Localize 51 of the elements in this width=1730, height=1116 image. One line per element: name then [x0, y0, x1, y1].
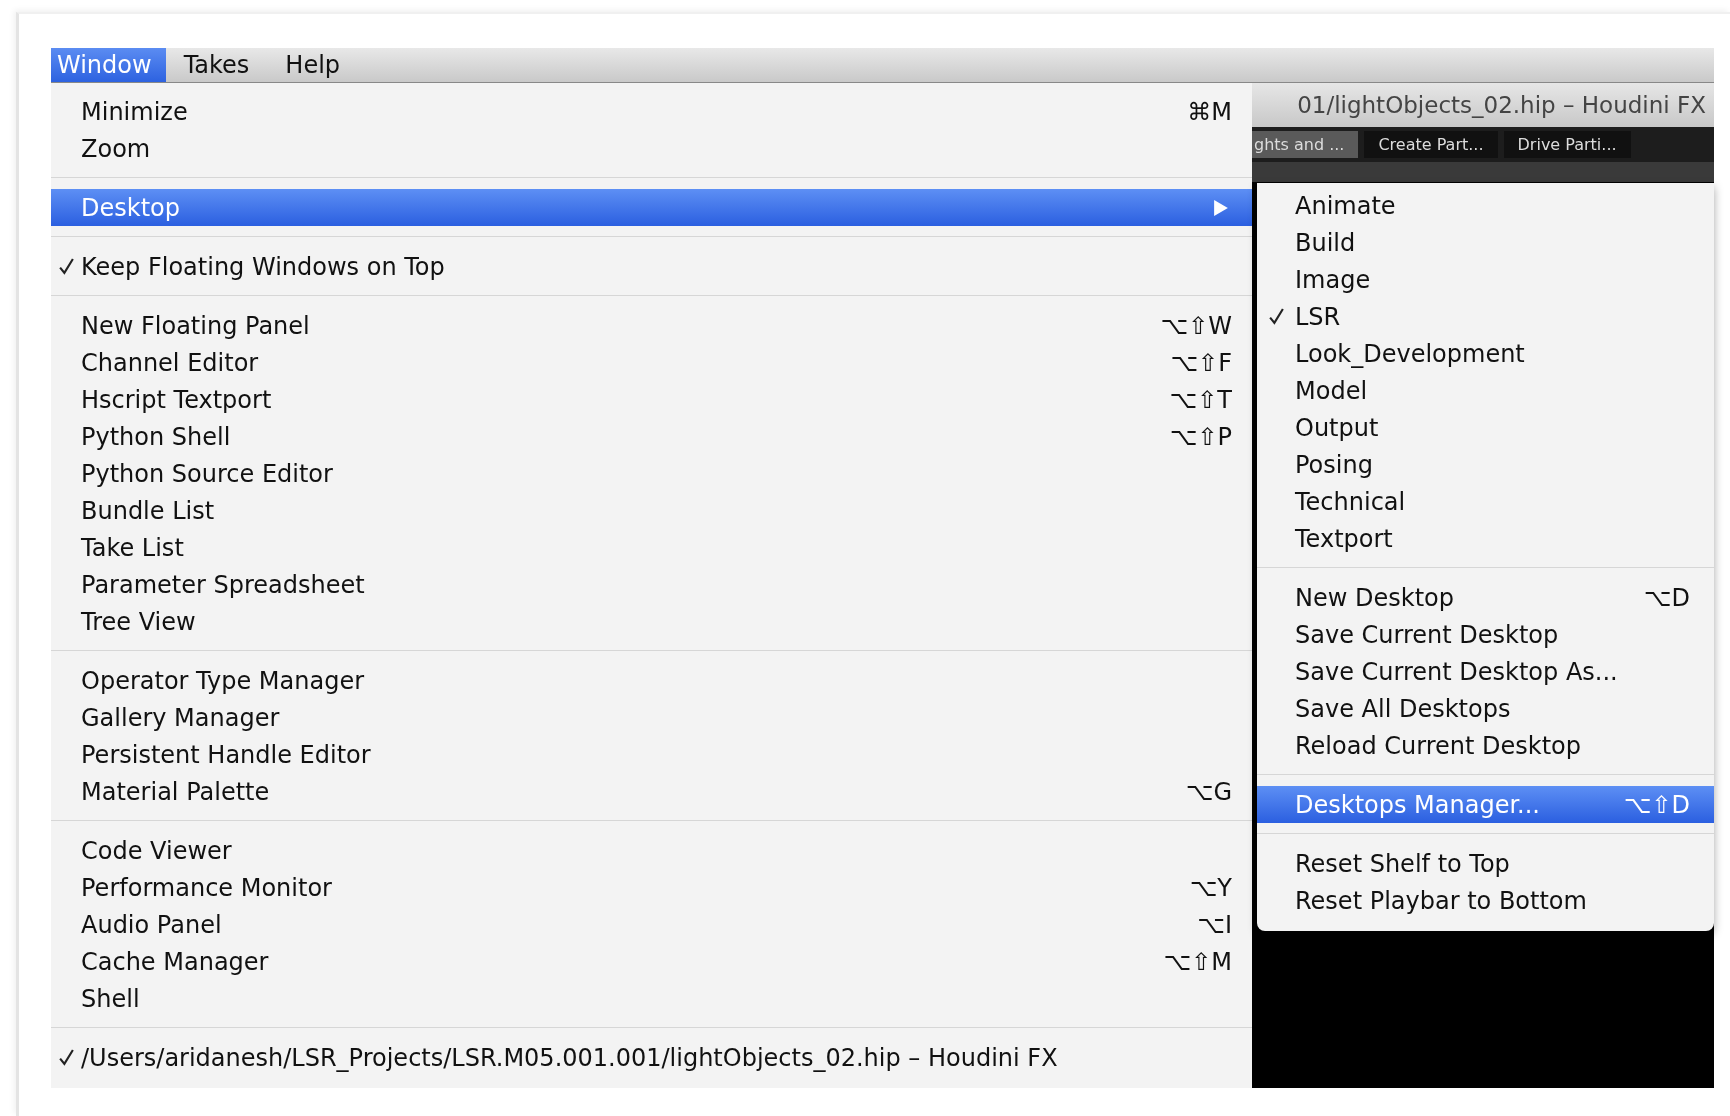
menu-item[interactable]: Reset Playbar to Bottom	[1257, 882, 1714, 919]
checkmark-icon	[58, 1049, 74, 1066]
shelf-tab[interactable]: Create Part...	[1364, 131, 1498, 158]
menu-item[interactable]: Posing	[1257, 446, 1714, 483]
menu-item[interactable]: Output	[1257, 409, 1714, 446]
menu-item[interactable]: Audio Panel ⌥I	[51, 906, 1252, 943]
menu-item[interactable]: LSR	[1257, 298, 1714, 335]
menu-item[interactable]: Python Shell ⌥⇧P	[51, 418, 1252, 455]
menu-item[interactable]: Reload Current Desktop	[1257, 727, 1714, 764]
checkmark-icon	[1268, 308, 1284, 325]
menu-item[interactable]: Operator Type Manager	[51, 662, 1252, 699]
menu-item[interactable]: Shell	[51, 980, 1252, 1017]
menu-item[interactable]: Reset Shelf to Top	[1257, 845, 1714, 882]
menu-item[interactable]: Tree View	[51, 603, 1252, 640]
menu-bar-item[interactable]: Help	[267, 48, 359, 82]
window-title: 01/lightObjects_02.hip – Houdini FX	[1252, 83, 1714, 127]
shelf-tab[interactable]: Drive Parti...	[1503, 131, 1631, 158]
menu-item[interactable]: New Floating Panel ⌥⇧W	[51, 307, 1252, 344]
menu-item[interactable]: Zoom	[51, 130, 1252, 167]
menu-item[interactable]: Material Palette ⌥G	[51, 773, 1252, 810]
menu-item[interactable]: New Desktop ⌥D	[1257, 579, 1714, 616]
menu-item[interactable]: Code Viewer	[51, 832, 1252, 869]
menu-item[interactable]: Animate	[1257, 187, 1714, 224]
menu-item[interactable]: Look_Development	[1257, 335, 1714, 372]
menu-item[interactable]: /Users/aridanesh/LSR_Projects/LSR.M05.001.001/lightObjects_02.hip – Houdini FX	[51, 1039, 1252, 1076]
menu-item[interactable]: Desktop	[51, 189, 1252, 226]
menu-item[interactable]: Technical	[1257, 483, 1714, 520]
menu-bar-item[interactable]: Takes	[165, 48, 268, 82]
menu-item[interactable]: Persistent Handle Editor	[51, 736, 1252, 773]
menu-item[interactable]: Channel Editor ⌥⇧F	[51, 344, 1252, 381]
menu-item[interactable]: Textport	[1257, 520, 1714, 557]
menu-item[interactable]: Model	[1257, 372, 1714, 409]
menu-item[interactable]: Desktops Manager... ⌥⇧D	[1257, 786, 1714, 823]
menu-bar-item[interactable]: Window	[51, 48, 166, 82]
menu-item[interactable]: Image	[1257, 261, 1714, 298]
menu-item[interactable]: Keep Floating Windows on Top	[51, 248, 1252, 285]
checkmark-icon	[58, 258, 74, 275]
menu-item[interactable]: Bundle List	[51, 492, 1252, 529]
menu-item[interactable]: Cache Manager ⌥⇧M	[51, 943, 1252, 980]
menu-item[interactable]: Parameter Spreadsheet	[51, 566, 1252, 603]
menu-item[interactable]: Take List	[51, 529, 1252, 566]
menu-item[interactable]: Hscript Textport ⌥⇧T	[51, 381, 1252, 418]
menu-item[interactable]: Performance Monitor ⌥Y	[51, 869, 1252, 906]
menu-item[interactable]: Save Current Desktop	[1257, 616, 1714, 653]
menu-item[interactable]: Minimize ⌘M	[51, 93, 1252, 130]
menu-item[interactable]: Save Current Desktop As...	[1257, 653, 1714, 690]
menu-item[interactable]: Build	[1257, 224, 1714, 261]
shelf-tab[interactable]: ghts and ...	[1252, 131, 1359, 158]
menu-item[interactable]: Gallery Manager	[51, 699, 1252, 736]
menu-item[interactable]: Python Source Editor	[51, 455, 1252, 492]
menu-item[interactable]: Save All Desktops	[1257, 690, 1714, 727]
